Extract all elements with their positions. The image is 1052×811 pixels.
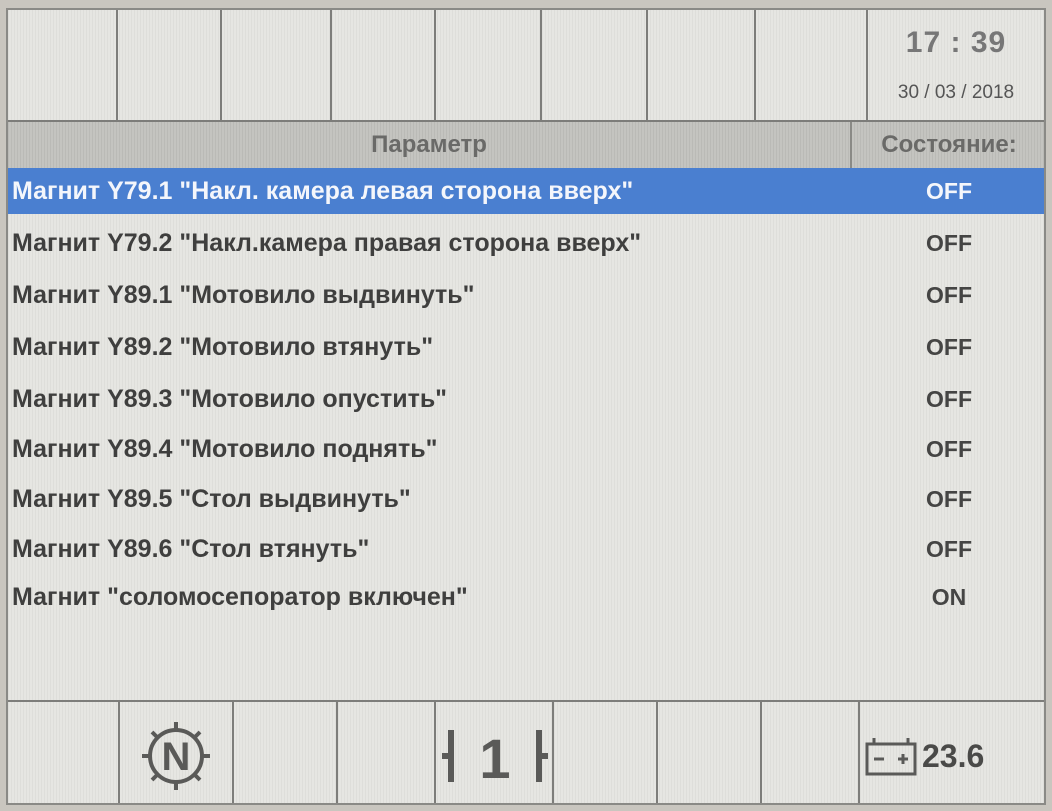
row-parameter: Магнит Y89.4 "Мотовило поднять" (12, 435, 438, 463)
gear-indicator-icon: 1 (442, 727, 548, 790)
clock: 17 : 39 30 / 03 / 2018 (868, 10, 1044, 120)
neutral-letter: N (162, 735, 191, 779)
top-softkey-8[interactable] (756, 10, 868, 120)
column-header-parameter: Параметр (8, 122, 852, 168)
table-row[interactable]: Магнит Y79.1 "Накл. камера левая сторона… (8, 168, 1044, 214)
display-screen: 17 : 39 30 / 03 / 2018 Параметр Состояни… (6, 8, 1046, 805)
bottom-softkey-7[interactable] (658, 702, 762, 803)
clock-date: 30 / 03 / 2018 (897, 82, 1015, 103)
column-header-state: Состояние: (881, 131, 1017, 158)
row-state: ON (931, 584, 967, 610)
table-row[interactable]: Магнит Y89.2 "Мотовило втянуть" OFF (8, 324, 1044, 370)
row-state: OFF (926, 282, 972, 308)
top-softkey-4[interactable] (332, 10, 436, 120)
bottom-softkey-3[interactable] (234, 702, 338, 803)
row-state: OFF (926, 536, 972, 562)
row-parameter: Магнит Y89.2 "Мотовило втянуть" (12, 333, 434, 361)
top-bar: 17 : 39 30 / 03 / 2018 (8, 10, 1044, 122)
row-parameter: Магнит Y89.6 "Стол втянуть" (12, 535, 370, 563)
top-softkey-3[interactable] (222, 10, 332, 120)
bottom-softkey-1[interactable] (8, 702, 120, 803)
top-softkey-6[interactable] (542, 10, 648, 120)
bottom-softkey-6[interactable] (554, 702, 658, 803)
table-header: Параметр Состояние: (8, 122, 1044, 170)
neutral-gear-icon: N (142, 722, 210, 790)
top-softkey-7[interactable] (648, 10, 756, 120)
battery-icon (865, 738, 917, 776)
table-row[interactable]: Магнит Y89.4 "Мотовило поднять" OFF (8, 426, 1044, 472)
bottom-status-bar: N 1 23.6 (8, 700, 1044, 803)
bottom-softkey-4[interactable] (338, 702, 436, 803)
table-row[interactable]: Магнит Y89.6 "Стол втянуть" OFF (8, 526, 1044, 572)
row-state: OFF (926, 486, 972, 512)
row-parameter: Магнит "соломосепоратор включен" (12, 583, 468, 611)
row-parameter: Магнит Y89.5 "Стол выдвинуть" (12, 485, 411, 513)
row-state: OFF (926, 386, 972, 412)
bottom-softkey-8[interactable] (762, 702, 860, 803)
row-parameter: Магнит Y79.2 "Накл.камера правая сторона… (12, 229, 642, 257)
table-row[interactable]: Магнит Y79.2 "Накл.камера правая сторона… (8, 220, 1044, 266)
row-parameter: Магнит Y79.1 "Накл. камера левая сторона… (12, 177, 634, 205)
top-softkey-1[interactable] (8, 10, 118, 120)
row-state: OFF (926, 230, 972, 256)
top-softkey-2[interactable] (118, 10, 222, 120)
gear-number: 1 (479, 727, 510, 790)
table-row[interactable]: Магнит Y89.1 "Мотовило выдвинуть" OFF (8, 272, 1044, 318)
row-parameter: Магнит Y89.1 "Мотовило выдвинуть" (12, 281, 475, 309)
row-state: OFF (926, 334, 972, 360)
clock-time: 17 : 39 (905, 26, 1007, 59)
battery-voltage: 23.6 (922, 738, 985, 774)
top-softkey-5[interactable] (436, 10, 542, 120)
battery-indicator: 23.6 (864, 728, 1040, 788)
table-row[interactable]: Магнит Y89.3 "Мотовило опустить" OFF (8, 376, 1044, 422)
row-state: OFF (926, 178, 972, 204)
row-state: OFF (926, 436, 972, 462)
table-row[interactable]: Магнит Y89.5 "Стол выдвинуть" OFF (8, 476, 1044, 522)
table-row[interactable]: Магнит "соломосепоратор включен" ON (8, 574, 1044, 620)
row-parameter: Магнит Y89.3 "Мотовило опустить" (12, 385, 448, 413)
